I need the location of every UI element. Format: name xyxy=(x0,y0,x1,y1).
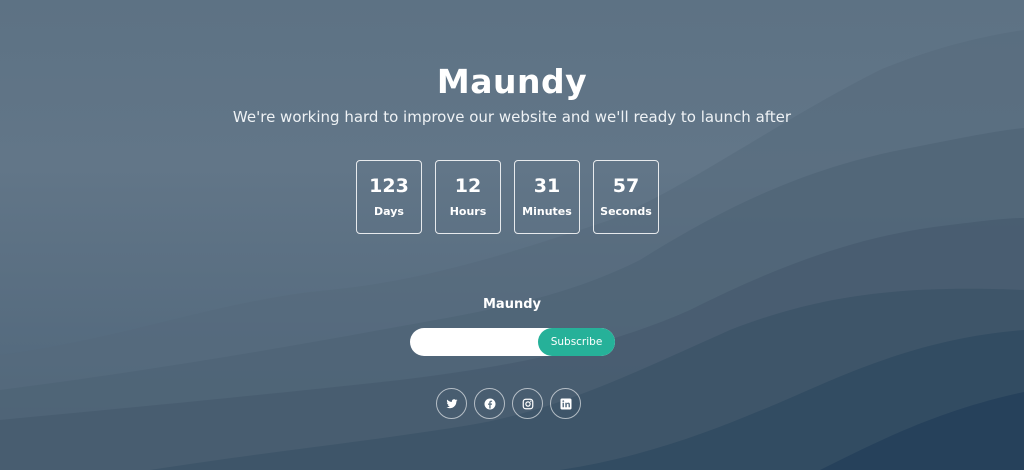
countdown-seconds: 57 Seconds xyxy=(593,160,659,234)
subscribe-form: Subscribe xyxy=(410,328,615,358)
instagram-link[interactable] xyxy=(512,388,543,419)
subscribe-title: Maundy xyxy=(483,297,541,312)
twitter-link[interactable] xyxy=(436,388,467,419)
page-title: Maundy xyxy=(436,62,588,101)
main-content: Maundy We're working hard to improve our… xyxy=(0,0,1024,470)
email-input[interactable] xyxy=(420,328,544,358)
instagram-icon xyxy=(522,398,533,409)
linkedin-icon xyxy=(560,398,571,409)
countdown-timer: 123 Days 12 Hours 31 Minutes 57 Seconds xyxy=(356,160,659,234)
countdown-hours: 12 Hours xyxy=(435,160,501,234)
countdown-seconds-label: Seconds xyxy=(600,205,652,218)
twitter-icon xyxy=(446,398,457,408)
page-subtitle: We're working hard to improve our websit… xyxy=(232,108,792,126)
countdown-days: 123 Days xyxy=(356,160,422,234)
countdown-minutes-value: 31 xyxy=(533,175,561,197)
countdown-hours-value: 12 xyxy=(454,175,482,197)
countdown-hours-label: Hours xyxy=(449,205,487,218)
facebook-link[interactable] xyxy=(474,388,505,419)
countdown-seconds-value: 57 xyxy=(612,175,640,197)
facebook-icon xyxy=(484,398,495,409)
countdown-days-value: 123 xyxy=(369,175,409,197)
coming-soon-page: Maundy We're working hard to improve our… xyxy=(0,0,1024,470)
subscribe-button[interactable]: Subscribe xyxy=(538,328,615,356)
linkedin-link[interactable] xyxy=(550,388,581,419)
social-links xyxy=(436,388,581,419)
countdown-minutes: 31 Minutes xyxy=(514,160,580,234)
countdown-days-label: Days xyxy=(374,205,404,218)
countdown-minutes-label: Minutes xyxy=(522,205,572,218)
